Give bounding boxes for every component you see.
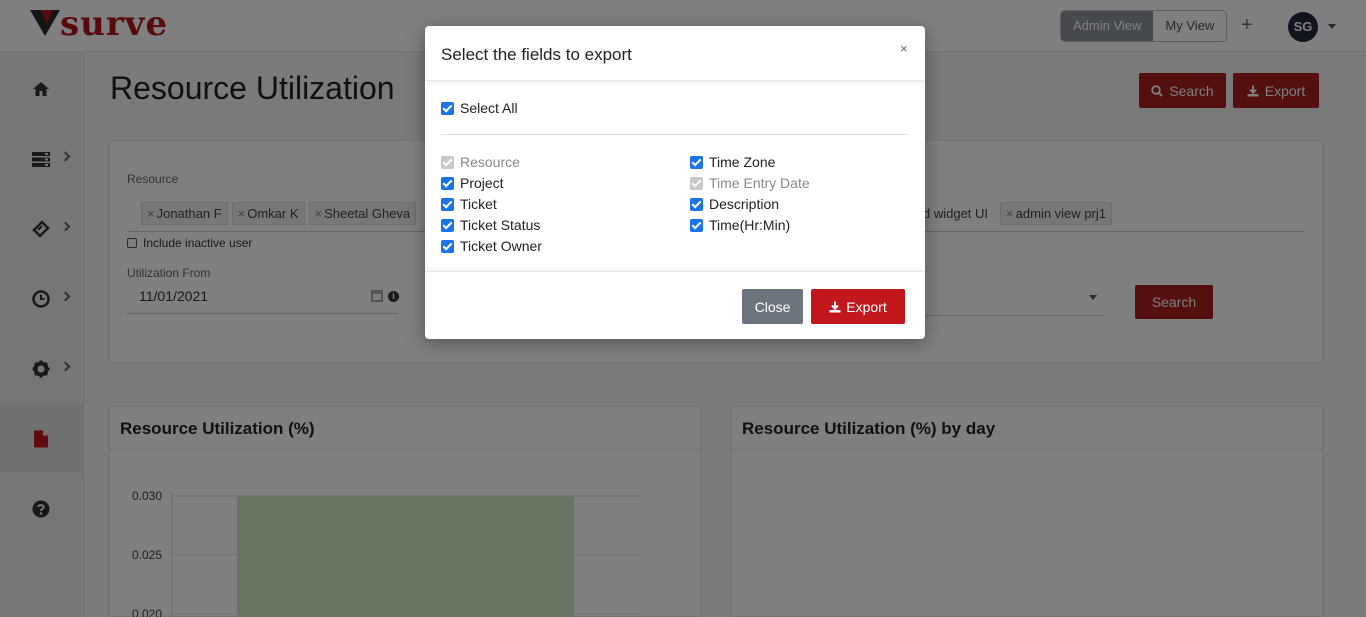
export-field-checkbox[interactable] — [690, 155, 703, 169]
export-field-row[interactable]: Time(Hr:Min) — [690, 217, 790, 233]
export-field-label: Description — [709, 196, 780, 212]
export-field-label: Ticket Status — [460, 217, 541, 233]
export-field-checkbox[interactable] — [441, 218, 454, 232]
export-field-checkbox — [441, 155, 454, 169]
export-field-checkbox — [690, 176, 703, 190]
export-field-row: Resource — [441, 154, 520, 170]
select-all-checkbox[interactable] — [441, 101, 454, 115]
export-field-checkbox[interactable] — [690, 218, 703, 232]
export-fields-modal: Select the fields to export × Select All… — [425, 26, 925, 339]
export-field-label: Time(Hr:Min) — [709, 217, 791, 233]
export-field-row[interactable]: Ticket — [441, 196, 497, 212]
modal-divider — [441, 134, 909, 135]
export-field-row: Time Entry Date — [690, 175, 810, 191]
export-field-checkbox[interactable] — [690, 197, 703, 211]
export-field-label: Resource — [460, 154, 520, 170]
export-field-row[interactable]: Description — [690, 196, 779, 212]
select-all-checkbox-row[interactable]: Select All — [441, 100, 518, 116]
export-field-checkbox[interactable] — [441, 239, 454, 253]
close-icon[interactable]: × — [900, 41, 908, 56]
export-field-label: Time Zone — [709, 154, 776, 170]
export-field-row[interactable]: Project — [441, 175, 504, 191]
download-icon — [829, 301, 841, 312]
export-field-label: Ticket Owner — [460, 238, 542, 254]
export-field-checkbox[interactable] — [441, 197, 454, 211]
export-field-label: Ticket — [460, 196, 497, 212]
export-field-row[interactable]: Time Zone — [690, 154, 775, 170]
modal-footer: Close Export — [425, 271, 925, 339]
export-field-row[interactable]: Ticket Status — [441, 217, 540, 233]
modal-export-button[interactable]: Export — [811, 289, 905, 324]
modal-header: Select the fields to export × — [425, 26, 925, 81]
modal-title: Select the fields to export — [441, 45, 632, 64]
close-button[interactable]: Close — [742, 289, 803, 324]
export-field-label: Time Entry Date — [709, 175, 810, 191]
select-all-label: Select All — [460, 100, 518, 116]
export-field-label: Project — [460, 175, 504, 191]
export-field-checkbox[interactable] — [441, 176, 454, 190]
export-field-row[interactable]: Ticket Owner — [441, 238, 542, 254]
modal-export-label: Export — [846, 298, 887, 315]
